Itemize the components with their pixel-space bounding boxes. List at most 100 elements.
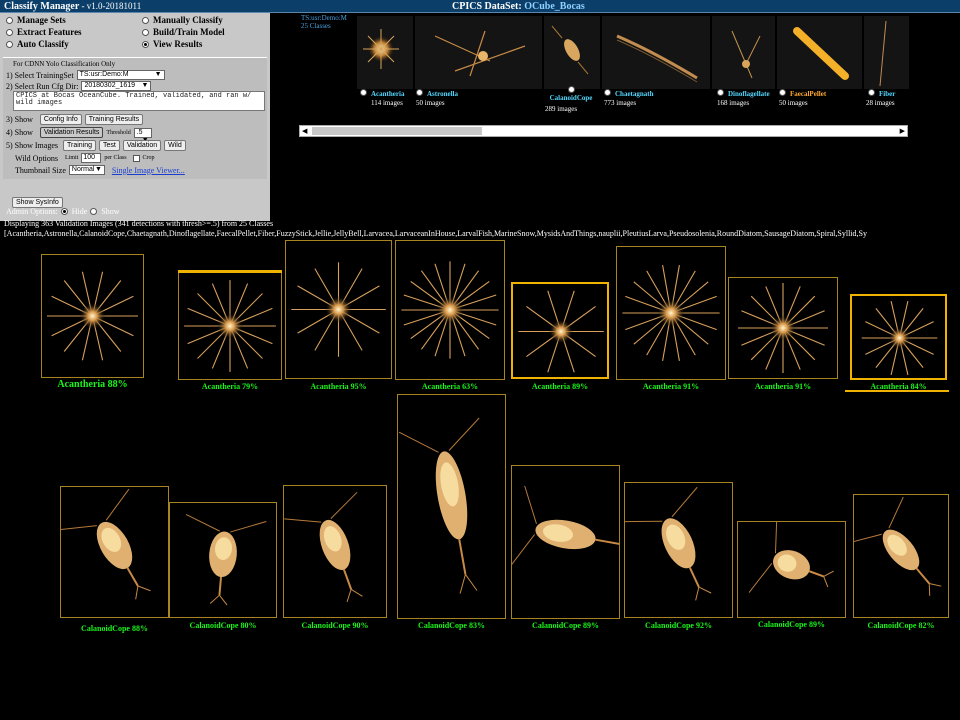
detection-image[interactable] <box>169 502 277 618</box>
validation-results-button[interactable]: Validation Results <box>39 127 104 138</box>
radio-icon[interactable] <box>142 16 149 24</box>
class-caption-fiber: Fiber <box>868 89 895 98</box>
run-dir-select[interactable]: 20180302_1619 ▼ <box>81 81 152 91</box>
class-thumbnail-faecalpellet[interactable] <box>777 16 862 89</box>
class-thumbnail-acantheria[interactable] <box>357 16 413 89</box>
detection-label: Acantheria 89% <box>531 382 589 391</box>
wild-button[interactable]: Wild <box>164 140 186 151</box>
detection-label: Acantheria 79% <box>201 382 259 391</box>
menu-manage-sets[interactable]: Manage Sets <box>6 15 66 25</box>
detection-label: CalanoidCope 90% <box>301 621 369 630</box>
class-caption-dinoflagellate: Dinoflagellate <box>717 89 770 98</box>
detection-image[interactable] <box>41 254 144 378</box>
detection-label: Acantheria 88% <box>57 379 128 390</box>
detection-image[interactable] <box>178 272 282 380</box>
training-button[interactable]: Training <box>63 140 97 151</box>
scroll-right-icon[interactable]: ▶ <box>900 127 905 135</box>
detection-image[interactable] <box>616 246 726 380</box>
detection-label: Acantheria 91% <box>642 382 700 391</box>
single-image-viewer-link[interactable]: Single Image Viewer... <box>112 166 185 175</box>
detection-image[interactable] <box>397 394 506 619</box>
validation-button[interactable]: Validation <box>122 140 162 151</box>
select-training-set-label: 1) Select TrainingSet <box>6 70 74 80</box>
radio-selected-icon[interactable] <box>60 208 68 215</box>
menu-label: View Results <box>153 39 203 49</box>
class-thumbnail-dinoflagellate[interactable] <box>712 16 775 89</box>
radio-icon[interactable] <box>567 86 575 93</box>
cdnn-options-box: For CDNN Yolo Classification Only 1) Sel… <box>3 57 267 179</box>
thumbnail-size-value: Normal <box>71 166 95 173</box>
radio-icon[interactable] <box>6 16 13 24</box>
detection-image[interactable] <box>737 521 846 618</box>
detection-label: Acantheria 91% <box>754 382 812 391</box>
threshold-value: .5 <box>136 128 143 136</box>
detection-image[interactable] <box>395 240 505 380</box>
config-info-button[interactable]: Config Info <box>39 114 82 125</box>
horizontal-scrollbar[interactable]: ◀ ▶ <box>299 125 908 137</box>
title-bar: Classify Manager - v1.0-20181011 CPICS D… <box>0 0 960 13</box>
class-thumbnail-chaetagnath[interactable] <box>602 16 710 89</box>
detection-image[interactable] <box>853 494 949 618</box>
menu-build-train-model[interactable]: Build/Train Model <box>142 27 225 37</box>
crop-checkbox[interactable] <box>132 154 140 162</box>
detection-label: CalanoidCope 89% <box>758 620 825 629</box>
acantheria-image <box>363 29 399 69</box>
select-run-dir-label: 2) Select Run Cfg Dir: <box>6 81 79 91</box>
selection-bar <box>845 390 949 392</box>
threshold-select[interactable]: .5▼ <box>133 127 152 144</box>
admin-options: Admin Options: Hide Show <box>6 207 120 216</box>
dinoflagellate-image <box>731 30 761 79</box>
training-set-value: TS:usr:Demo:M <box>79 71 129 78</box>
detection-image[interactable] <box>728 277 838 379</box>
class-name: CalanoidCope <box>549 94 593 102</box>
test-button[interactable]: Test <box>99 140 120 151</box>
radio-icon[interactable] <box>142 28 149 36</box>
scrollbar-thumb[interactable] <box>312 127 482 135</box>
astronella-image <box>434 30 526 77</box>
radio-icon[interactable] <box>717 89 724 96</box>
training-results-button[interactable]: Training Results <box>84 114 144 125</box>
thumbnail-size-select[interactable]: Normal ▼ <box>68 165 105 175</box>
detection-label: CalanoidCope 80% <box>189 621 257 630</box>
chaetagnath-image <box>616 34 698 83</box>
chevron-down-icon: ▼ <box>94 166 102 173</box>
show3-label: 3) Show <box>6 115 33 124</box>
radio-icon[interactable] <box>779 89 786 96</box>
menu-extract-features[interactable]: Extract Features <box>6 27 82 37</box>
class-thumbnail-calanoidcope[interactable] <box>544 16 600 89</box>
dataset-title: CPICS DataSet: OCube_Bocas <box>452 0 585 13</box>
radio-icon[interactable] <box>416 89 423 96</box>
detection-image[interactable] <box>624 482 733 618</box>
limit-input[interactable]: 100 <box>81 153 102 163</box>
radio-icon[interactable] <box>90 208 98 215</box>
detection-image[interactable] <box>511 282 609 379</box>
class-caption-calanoidcope: CalanoidCope <box>545 86 597 102</box>
detection-image[interactable] <box>511 465 620 619</box>
class-count: 114 images <box>371 99 403 107</box>
menu-manually-classify[interactable]: Manually Classify <box>142 15 223 25</box>
training-set-select[interactable]: TS:usr:Demo:M ▼ <box>76 70 165 80</box>
radio-icon[interactable] <box>868 89 875 96</box>
detection-image[interactable] <box>850 294 947 380</box>
detection-image[interactable] <box>283 485 387 618</box>
scroll-left-icon[interactable]: ◀ <box>302 127 307 135</box>
detection-image[interactable] <box>60 486 169 618</box>
description-textarea[interactable]: CPICS at Bocas OceanCube. Trained, valid… <box>13 91 265 111</box>
class-thumbnail-astronella[interactable] <box>415 16 542 89</box>
menu-view-results[interactable]: View Results <box>142 39 202 49</box>
training-set-class-count: 25 Classes <box>301 22 331 30</box>
detection-image[interactable] <box>285 240 392 379</box>
radio-icon[interactable] <box>6 28 13 36</box>
class-thumbnail-fiber[interactable] <box>864 16 909 89</box>
class-caption-astronella: Astronella <box>416 89 458 98</box>
detection-label: CalanoidCope 92% <box>645 621 712 630</box>
show5-label: 5) Show Images <box>6 141 58 150</box>
menu-label: Manage Sets <box>17 15 66 25</box>
app-name: Classify Manager <box>4 1 80 12</box>
radio-icon[interactable] <box>604 89 611 96</box>
radio-icon[interactable] <box>360 89 367 96</box>
menu-auto-classify[interactable]: Auto Classify <box>6 39 69 49</box>
class-count: 773 images <box>604 99 637 107</box>
radio-selected-icon[interactable] <box>142 40 149 48</box>
radio-icon[interactable] <box>6 40 13 48</box>
